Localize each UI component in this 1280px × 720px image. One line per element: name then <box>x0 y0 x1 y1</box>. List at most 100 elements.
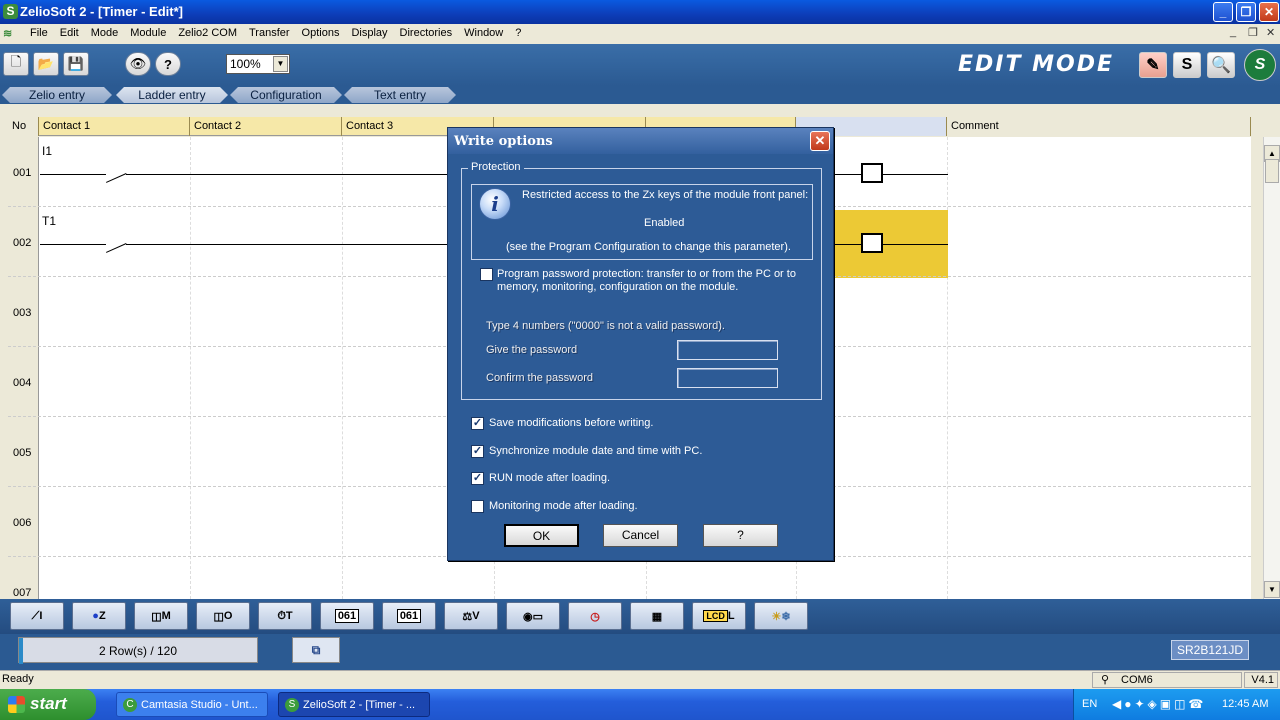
monitoring-mode-checkbox[interactable] <box>471 500 484 513</box>
counter-block-icon[interactable]: 061 <box>320 602 374 630</box>
module-reference: SR2B121JD <box>1171 640 1249 660</box>
doc-menu-icon[interactable]: ≋ <box>3 27 17 40</box>
zelio-logo-icon: S <box>1244 49 1276 81</box>
confirm-password-label: Confirm the password <box>486 372 593 384</box>
sync-date-checkbox[interactable]: ✓ <box>471 445 484 458</box>
close-button[interactable]: ✕ <box>1259 2 1279 22</box>
row-number: 001 <box>13 167 32 179</box>
open-folder-icon[interactable]: 📂 <box>33 52 59 76</box>
dialog-close-button[interactable]: ✕ <box>810 131 830 151</box>
text-block-icon[interactable]: ▦ <box>630 602 684 630</box>
menu-edit[interactable]: Edit <box>54 27 85 39</box>
menu-transfer[interactable]: Transfer <box>243 27 296 39</box>
clock-block-icon[interactable]: ◷ <box>568 602 622 630</box>
tab-text-entry[interactable]: Text entry <box>344 87 456 103</box>
password-protection-checkbox[interactable] <box>480 268 493 281</box>
coil-symbol[interactable] <box>861 163 883 183</box>
fast-counter-block-icon[interactable]: 061 <box>382 602 436 630</box>
col-comment: Comment <box>947 117 1251 136</box>
lcd-block-icon[interactable]: LCD L <box>692 602 746 630</box>
monitoring-mode-label: Monitoring mode after loading. <box>489 500 638 512</box>
coil-symbol[interactable] <box>861 233 883 253</box>
maximize-button[interactable]: ❐ <box>1236 2 1256 22</box>
status-text: Ready <box>2 673 34 685</box>
password-protection-label-1: Program password protection: transfer to… <box>497 268 796 280</box>
monitoring-mode-icon[interactable]: 🔍 <box>1207 52 1235 78</box>
contact-label-t1[interactable]: T1 <box>42 214 56 228</box>
info-text-2: Enabled <box>644 217 685 229</box>
windows-flag-icon <box>8 696 25 713</box>
write-options-dialog: Write options ✕ Protection i Restricted … <box>447 127 834 561</box>
vertical-scrollbar[interactable]: ▲ ▼ <box>1263 137 1280 599</box>
save-modifications-checkbox[interactable]: ✓ <box>471 417 484 430</box>
col-no: No <box>8 117 39 136</box>
contact-label-i1[interactable]: I1 <box>42 144 52 158</box>
give-password-label: Give the password <box>486 344 578 356</box>
timer-block-icon[interactable]: ⏱ T <box>258 602 312 630</box>
mdi-restore-button[interactable]: ❐ <box>1248 26 1258 39</box>
ladder-overview-icon[interactable]: ⧉ <box>292 637 340 663</box>
comparator-block-icon[interactable]: ⚖ V <box>444 602 498 630</box>
menu-display[interactable]: Display <box>345 27 393 39</box>
row-count-text: 2 Row(s) / 120 <box>98 644 178 658</box>
menu-directories[interactable]: Directories <box>394 27 459 39</box>
chevron-down-icon[interactable]: ▼ <box>273 56 288 72</box>
task-camtasia[interactable]: C Camtasia Studio - Unt... <box>116 692 268 717</box>
menu-window[interactable]: Window <box>458 27 509 39</box>
cancel-button[interactable]: Cancel <box>603 524 678 547</box>
summer-winter-block-icon[interactable]: ☀ ❄ <box>754 602 808 630</box>
rung-wire <box>40 244 106 245</box>
eye-icon[interactable]: 👁 <box>125 52 151 76</box>
menu-mode[interactable]: Mode <box>85 27 125 39</box>
aux-relay-block-icon[interactable]: ◫ M <box>134 602 188 630</box>
simulation-mode-icon[interactable]: S <box>1173 52 1201 78</box>
zx-key-block-icon[interactable]: ● Z <box>72 602 126 630</box>
protection-legend: Protection <box>468 161 524 173</box>
contact-block-icon[interactable]: ⟋ I <box>10 602 64 630</box>
analog-block-icon[interactable]: ◉▭ <box>506 602 560 630</box>
main-toolbar: 🗋 📂 💾 👁 ? 100% ▼ EDIT MODE ✎ S 🔍 S <box>0 44 1280 86</box>
password-hint: Type 4 numbers ("0000" is not a valid pa… <box>486 320 725 332</box>
language-indicator[interactable]: EN <box>1082 698 1097 710</box>
title-bar: S ZelioSoft 2 - [Timer - Edit*] _ ❐ ✕ <box>0 0 1280 24</box>
row-number: 007 <box>13 587 32 599</box>
new-file-icon[interactable]: 🗋 <box>3 52 29 76</box>
tab-zelio-entry[interactable]: Zelio entry <box>2 87 112 103</box>
rung-wire <box>40 174 106 175</box>
row-number: 005 <box>13 447 32 459</box>
app-icon: S <box>3 4 18 19</box>
row-count-display: 2 Row(s) / 120 <box>18 637 258 664</box>
output-block-icon[interactable]: ◫ O <box>196 602 250 630</box>
tray-icons[interactable]: ◀●✦◈▣◫☎ <box>1112 697 1206 711</box>
menu-module[interactable]: Module <box>124 27 172 39</box>
scroll-thumb[interactable] <box>1265 159 1279 183</box>
zeliosoft-icon: S <box>285 698 299 712</box>
help-button[interactable]: ? <box>703 524 778 547</box>
menu-help[interactable]: ? <box>509 27 527 39</box>
mdi-close-button[interactable]: ✕ <box>1266 26 1275 39</box>
tab-configuration[interactable]: Configuration <box>230 87 342 103</box>
task-zeliosoft[interactable]: S ZelioSoft 2 - [Timer - ... <box>278 692 430 717</box>
menu-file[interactable]: File <box>24 27 54 39</box>
table-row[interactable]: 007 <box>8 557 1251 599</box>
tab-ladder-entry[interactable]: Ladder entry <box>116 87 228 103</box>
start-button[interactable]: start <box>0 689 96 720</box>
row-count-bar <box>19 638 23 664</box>
system-tray: EN ◀●✦◈▣◫☎ 12:45 AM <box>1073 689 1280 720</box>
help-question-icon[interactable]: ? <box>155 52 181 76</box>
save-disk-icon[interactable]: 💾 <box>63 52 89 76</box>
menu-options[interactable]: Options <box>296 27 346 39</box>
run-mode-checkbox[interactable]: ✓ <box>471 472 484 485</box>
edit-mode-label: EDIT MODE <box>958 52 1115 77</box>
mdi-minimize-button[interactable]: _ <box>1230 26 1236 38</box>
password-protection-label-2: memory, monitoring, configuration on the… <box>497 281 739 293</box>
menu-zelio2com[interactable]: Zelio2 COM <box>172 27 243 39</box>
ok-button[interactable]: OK <box>504 524 579 547</box>
confirm-password-input[interactable] <box>677 368 778 388</box>
give-password-input[interactable] <box>677 340 778 360</box>
rung-wire <box>126 174 448 175</box>
minimize-button[interactable]: _ <box>1213 2 1233 22</box>
scroll-down-icon[interactable]: ▼ <box>1264 581 1280 598</box>
zoom-select[interactable]: 100% ▼ <box>226 54 290 74</box>
edit-mode-icon[interactable]: ✎ <box>1139 52 1167 78</box>
